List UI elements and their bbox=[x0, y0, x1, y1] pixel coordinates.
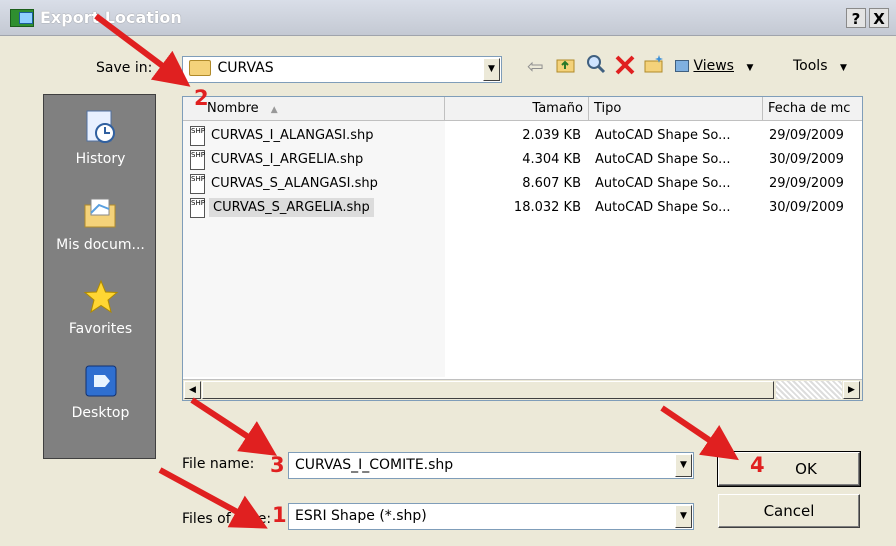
scrollbar-track[interactable] bbox=[776, 381, 842, 399]
chevron-down-icon[interactable]: ▼ bbox=[483, 58, 500, 81]
places-bar: History Mis docum... Favorites Desktop bbox=[43, 94, 156, 459]
close-button[interactable]: X bbox=[869, 8, 889, 28]
scroll-right-icon[interactable]: ▶ bbox=[843, 381, 860, 399]
views-chevron-icon: ▼ bbox=[746, 63, 754, 73]
column-header-size[interactable]: Tamaño bbox=[445, 97, 589, 121]
ok-button[interactable]: OK bbox=[717, 451, 861, 487]
file-name-field[interactable]: CURVAS_I_COMITE.shp ▼ bbox=[288, 452, 694, 479]
file-type-cell: AutoCAD Shape So... bbox=[595, 200, 731, 215]
delete-icon[interactable] bbox=[614, 54, 636, 83]
place-desktop[interactable]: Desktop bbox=[44, 363, 157, 421]
save-in-label: Save in: bbox=[96, 60, 153, 76]
place-favorites[interactable]: Favorites bbox=[44, 279, 157, 337]
file-type-cell: AutoCAD Shape So... bbox=[595, 128, 731, 143]
file-date-cell: 30/09/2009 bbox=[769, 200, 844, 215]
folder-icon bbox=[189, 60, 211, 76]
file-name-cell: CURVAS_I_ALANGASI.shp bbox=[211, 128, 374, 143]
file-size-cell: 8.607 KB bbox=[522, 176, 581, 191]
help-button[interactable]: ? bbox=[846, 8, 866, 28]
shp-file-icon: SHP bbox=[190, 198, 205, 218]
save-in-dropdown[interactable]: CURVAS ▼ bbox=[182, 56, 502, 83]
file-date-cell: 30/09/2009 bbox=[769, 152, 844, 167]
file-row[interactable]: SHP CURVAS_I_ALANGASI.shp 2.039 KB AutoC… bbox=[183, 125, 863, 149]
back-icon[interactable]: ⇦ bbox=[527, 54, 544, 78]
save-in-value: CURVAS bbox=[217, 60, 274, 76]
column-header-name[interactable]: Nombre ▲ bbox=[183, 97, 445, 121]
app-icon bbox=[10, 9, 34, 27]
place-history[interactable]: History bbox=[44, 109, 157, 167]
file-name-value: CURVAS_I_COMITE.shp bbox=[295, 457, 454, 473]
views-icon bbox=[675, 60, 689, 72]
file-name-cell: CURVAS_S_ALANGASI.shp bbox=[211, 176, 378, 191]
tools-menu[interactable]: Tools ▼ bbox=[793, 54, 847, 80]
file-row[interactable]: SHP CURVAS_S_ARGELIA.shp 18.032 KB AutoC… bbox=[183, 197, 863, 221]
views-menu[interactable]: Views ▼ bbox=[675, 54, 753, 80]
shp-file-icon: SHP bbox=[190, 150, 205, 170]
file-type-cell: AutoCAD Shape So... bbox=[595, 152, 731, 167]
file-size-cell: 2.039 KB bbox=[522, 128, 581, 143]
horizontal-scrollbar[interactable]: ◀ ▶ bbox=[183, 379, 862, 400]
file-size-cell: 4.304 KB bbox=[522, 152, 581, 167]
file-date-cell: 29/09/2009 bbox=[769, 128, 844, 143]
tools-chevron-icon: ▼ bbox=[839, 63, 847, 73]
file-name-label: File name: bbox=[182, 456, 255, 472]
files-of-type-dropdown[interactable]: ESRI Shape (*.shp) ▼ bbox=[288, 503, 694, 530]
column-header-type[interactable]: Tipo bbox=[589, 97, 763, 121]
scroll-left-icon[interactable]: ◀ bbox=[184, 381, 201, 399]
file-list-header: Nombre ▲ Tamaño Tipo Fecha de mc bbox=[183, 97, 862, 121]
step-number-3: 3 bbox=[270, 453, 285, 477]
my-documents-icon bbox=[84, 198, 115, 228]
chevron-down-icon[interactable]: ▼ bbox=[675, 505, 692, 528]
annotation-arrow-3 bbox=[190, 397, 278, 456]
file-size-cell: 18.032 KB bbox=[513, 200, 581, 215]
file-row[interactable]: SHP CURVAS_S_ALANGASI.shp 8.607 KB AutoC… bbox=[183, 173, 863, 197]
scrollbar-thumb[interactable] bbox=[202, 381, 774, 399]
title-bar: Export Location ? X bbox=[0, 0, 896, 36]
annotation-arrow-4 bbox=[660, 405, 739, 461]
desktop-icon bbox=[85, 365, 116, 397]
sort-ascending-icon: ▲ bbox=[270, 105, 278, 115]
shp-file-icon: SHP bbox=[190, 126, 205, 146]
column-header-date[interactable]: Fecha de mc bbox=[763, 97, 863, 121]
file-type-cell: AutoCAD Shape So... bbox=[595, 176, 731, 191]
window-title: Export Location bbox=[40, 8, 182, 27]
history-icon bbox=[86, 110, 115, 143]
shp-file-icon: SHP bbox=[190, 174, 205, 194]
file-list[interactable]: Nombre ▲ Tamaño Tipo Fecha de mc SHP CUR… bbox=[182, 96, 863, 401]
cancel-button[interactable]: Cancel bbox=[718, 494, 860, 528]
chevron-down-icon[interactable]: ▼ bbox=[675, 454, 692, 477]
file-name-cell: CURVAS_S_ARGELIA.shp bbox=[209, 198, 374, 217]
files-of-type-label: Files of type: bbox=[182, 511, 272, 527]
step-number-4: 4 bbox=[750, 453, 765, 477]
step-number-2: 2 bbox=[194, 86, 209, 110]
step-number-1: 1 bbox=[272, 503, 287, 527]
favorites-icon bbox=[83, 279, 118, 314]
place-my-documents[interactable]: Mis docum... bbox=[44, 195, 157, 253]
search-web-icon[interactable] bbox=[586, 54, 606, 81]
file-row[interactable]: SHP CURVAS_I_ARGELIA.shp 4.304 KB AutoCA… bbox=[183, 149, 863, 173]
files-of-type-value: ESRI Shape (*.shp) bbox=[295, 508, 427, 524]
new-folder-icon[interactable] bbox=[643, 54, 665, 81]
file-name-cell: CURVAS_I_ARGELIA.shp bbox=[211, 152, 364, 167]
file-date-cell: 29/09/2009 bbox=[769, 176, 844, 191]
up-folder-icon[interactable] bbox=[556, 54, 576, 81]
